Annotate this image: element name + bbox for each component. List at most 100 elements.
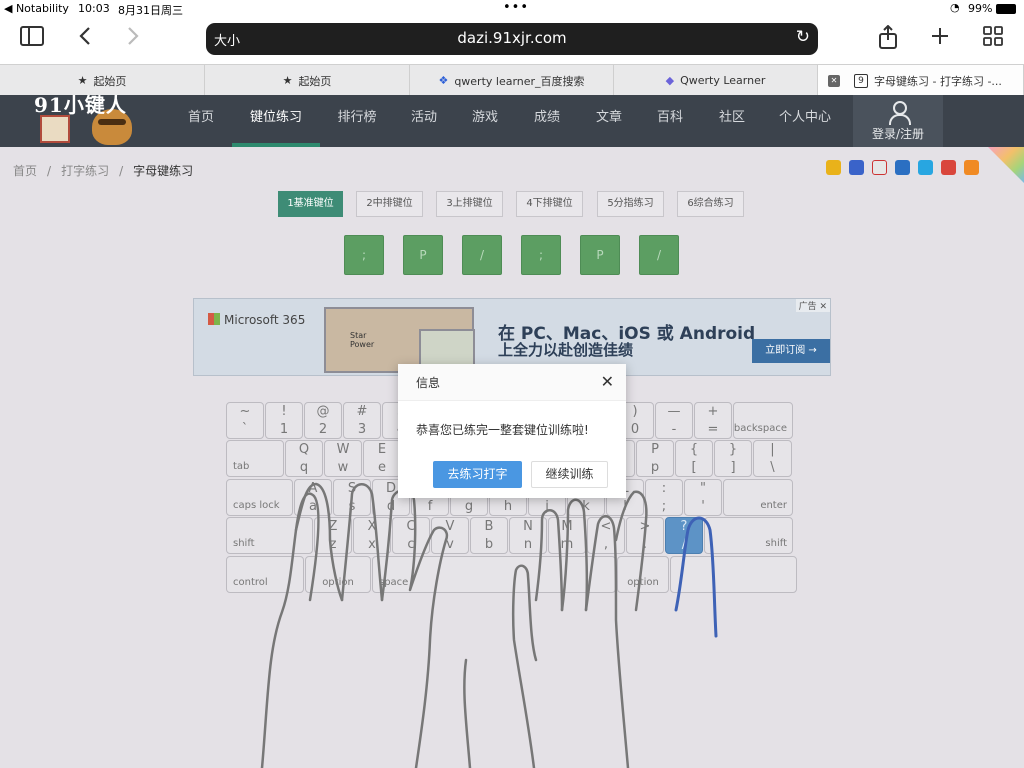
key-label: / [681, 537, 687, 552]
nav-item[interactable]: 个人中心 [765, 95, 845, 147]
key-label: shift [765, 538, 787, 549]
reload-icon[interactable]: ↻ [796, 27, 810, 47]
forward-icon[interactable] [118, 25, 148, 55]
keyboard-key[interactable]: >. [626, 517, 664, 554]
keyboard-key[interactable]: Zz [314, 517, 352, 554]
mode-tab[interactable]: 4下排键位 [516, 191, 583, 217]
keyboard-key[interactable] [670, 556, 797, 593]
keyboard-key[interactable]: Cc [392, 517, 430, 554]
dialog-close-icon[interactable]: ✕ [601, 372, 614, 391]
share-weibo-icon[interactable] [872, 160, 887, 175]
keyboard-key[interactable]: :; [645, 479, 683, 516]
nav-item[interactable]: 社区 [703, 95, 761, 147]
keyboard-key[interactable]: option [305, 556, 371, 593]
keyboard-key[interactable]: backspace [733, 402, 793, 439]
key-label: shift [233, 538, 255, 549]
share-more-icon[interactable] [964, 160, 979, 175]
tab-baidu-search[interactable]: ❖ qwerty learner_百度搜索 [410, 65, 614, 96]
back-icon[interactable] [70, 25, 100, 55]
ad-close-icon[interactable]: ✕ [819, 302, 827, 312]
nav-item[interactable]: 活动 [395, 95, 453, 147]
close-tab-icon[interactable]: ✕ [828, 74, 840, 87]
keyboard-key[interactable]: @2 [304, 402, 342, 439]
keyboard-key[interactable]: space [372, 556, 616, 593]
keyboard-key[interactable]: Bb [470, 517, 508, 554]
keyboard-key[interactable]: shift [226, 517, 313, 554]
qwerty-logo-icon: ◆ [665, 74, 675, 87]
keyboard-key[interactable]: Mm [548, 517, 586, 554]
sidebar-toggle-icon[interactable] [17, 25, 47, 55]
tab-qwerty-learner[interactable]: ◆ Qwerty Learner [614, 65, 818, 96]
keyboard-key[interactable]: ! 1 [265, 402, 303, 439]
ad-subscribe-button[interactable]: 立即订阅 → [752, 339, 830, 363]
keyboard-key[interactable]: Aa [294, 479, 332, 516]
keyboard-key[interactable]: | \ [753, 440, 792, 477]
nav-item[interactable]: 键位练习 [232, 95, 320, 147]
key-label: < [600, 519, 612, 534]
key-label: S [347, 481, 357, 496]
keyboard-key[interactable]: shift [704, 517, 793, 554]
keyboard-key[interactable]: tab [226, 440, 284, 477]
address-bar[interactable]: 大小 dazi.91xjr.com ↻ [206, 23, 818, 55]
share-douban-icon[interactable] [941, 160, 956, 175]
keyboard-key[interactable]: #3 [343, 402, 381, 439]
mode-tab[interactable]: 2中排键位 [356, 191, 423, 217]
key-label: ! [281, 404, 287, 419]
url-text[interactable]: dazi.91xjr.com [206, 29, 818, 47]
share-qq-icon[interactable] [918, 160, 933, 175]
nav-item[interactable]: 成绩 [518, 95, 576, 147]
nav-item[interactable]: 百科 [641, 95, 699, 147]
keyboard-key[interactable]: {[ [675, 440, 713, 477]
key-label: W [336, 442, 350, 457]
login-register-button[interactable]: 登录/注册 [853, 95, 943, 147]
status-bar: ◀ Notability 10:03 8月31日周三 ••• ◔ 99% [0, 0, 1024, 18]
keyboard-key[interactable]: control [226, 556, 304, 593]
keyboard-key[interactable]: + = [694, 402, 732, 439]
keyboard-key[interactable]: Vv [431, 517, 469, 554]
keyboard-key[interactable]: <, [587, 517, 625, 554]
keyboard-key[interactable]: — - [655, 402, 693, 439]
site-logo[interactable]: 91小键人 [34, 93, 146, 147]
share-baidu-icon[interactable] [849, 160, 864, 175]
mode-tab[interactable]: 3上排键位 [436, 191, 503, 217]
ad-badge-text: 广告 [798, 302, 817, 312]
mode-tab[interactable]: 1基准键位 [278, 191, 343, 217]
mode-tab[interactable]: 6综合练习 [677, 191, 744, 217]
share-renren-icon[interactable] [895, 160, 910, 175]
keyboard-key[interactable]: Nn [509, 517, 547, 554]
continue-training-button[interactable]: 继续训练 [531, 461, 608, 488]
nav-item[interactable]: 排行榜 [322, 95, 392, 147]
keyboard-key[interactable]: Xx [353, 517, 391, 554]
share-icon[interactable] [873, 24, 903, 55]
key-label: z [329, 537, 337, 552]
keyboard-key[interactable]: Pp [636, 440, 674, 477]
mode-tab[interactable]: 5分指练习 [597, 191, 664, 217]
key-label: ' [701, 499, 705, 514]
new-tab-icon[interactable] [925, 25, 955, 55]
nav-item[interactable]: 游戏 [456, 95, 514, 147]
keyboard-key[interactable]: ? / [665, 517, 703, 554]
keyboard-key[interactable]: Ee [363, 440, 401, 477]
nav-item[interactable]: 文章 [580, 95, 638, 147]
keyboard-key[interactable]: option [617, 556, 669, 593]
tab-start-page-2[interactable]: ★ 起始页 [205, 65, 410, 96]
key-label: " [700, 481, 706, 496]
breadcrumb-home[interactable]: 首页 [13, 164, 37, 178]
nav-item[interactable]: 首页 [173, 95, 229, 147]
keyboard-key[interactable]: ~ ` [226, 402, 264, 439]
keyboard-key[interactable]: Qq [285, 440, 323, 477]
tab-current[interactable]: ✕ 9 字母键练习 - 打字练习 -... [818, 65, 1024, 96]
keyboard-key[interactable]: " ' [684, 479, 722, 516]
keyboard-key[interactable]: caps lock [226, 479, 293, 516]
multitask-dots-icon[interactable]: ••• [503, 0, 529, 15]
back-to-app[interactable]: ◀ Notability [4, 2, 69, 15]
keyboard-key[interactable]: Ww [324, 440, 362, 477]
share-qzone-icon[interactable] [826, 160, 841, 175]
tab-overview-icon[interactable] [978, 25, 1008, 55]
keyboard-key[interactable]: enter [723, 479, 793, 516]
key-label: v [446, 537, 454, 552]
breadcrumb-typing[interactable]: 打字练习 [61, 164, 109, 178]
keyboard-key[interactable]: }] [714, 440, 752, 477]
go-typing-button[interactable]: 去练习打字 [433, 461, 522, 488]
keyboard-key[interactable]: Ss [333, 479, 371, 516]
